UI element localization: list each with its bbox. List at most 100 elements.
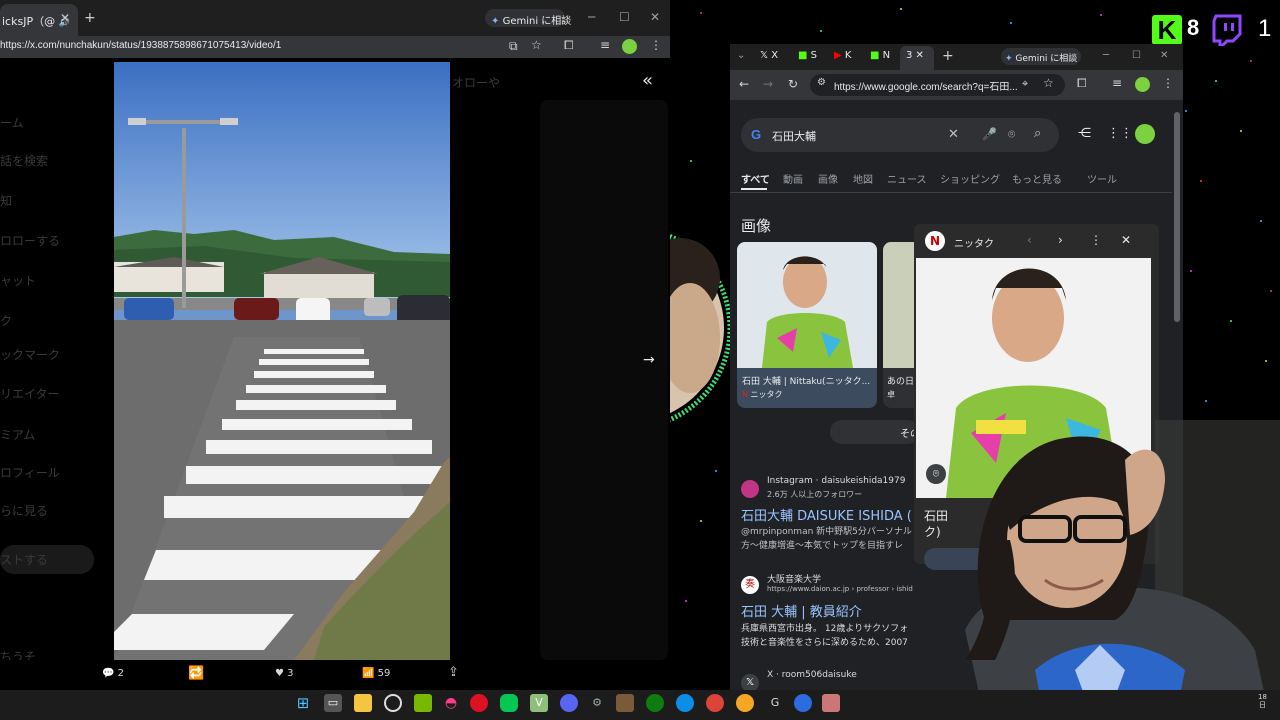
right-tab-n[interactable]: ■ N [870, 50, 890, 61]
nvidia-icon[interactable] [414, 694, 432, 712]
tab-search-icon[interactable]: ⌄ [737, 50, 745, 61]
edge-icon[interactable] [676, 694, 694, 712]
result-x[interactable]: 𝕏 X · room506daisuke [741, 670, 921, 692]
more-images-button[interactable]: その [830, 420, 920, 444]
search-query-text[interactable]: 石田大輔 [772, 128, 816, 144]
record-icon[interactable] [470, 694, 488, 712]
app-icon-3[interactable] [736, 694, 754, 712]
reply-button[interactable]: 💬 2 [102, 668, 124, 679]
dimmed-nav-item: ク [0, 314, 13, 328]
line-icon[interactable] [500, 694, 518, 712]
result-title[interactable]: 石田 大輔 | 教員紹介 [741, 601, 862, 620]
tab-news[interactable]: ニュース [887, 171, 927, 186]
tab-images[interactable]: 画像 [818, 171, 838, 186]
result-instagram[interactable]: Instagram · daisukeishida1979 2.6万 人以上のフ… [741, 476, 921, 556]
bookmark-star-icon[interactable]: ☆ [531, 38, 542, 52]
app-icon-6[interactable] [822, 694, 840, 712]
bookmark-star-icon[interactable]: ☆ [1043, 76, 1054, 90]
right-maximize-button[interactable]: ☐ [1132, 50, 1141, 61]
tab-tools[interactable]: ツール [1087, 171, 1117, 186]
right-tab-s[interactable]: ■ S [798, 50, 817, 61]
lens-icon[interactable]: ⌾ [1008, 127, 1015, 142]
active-tab-underline [741, 188, 767, 190]
repost-button[interactable]: 🔁 [188, 666, 204, 681]
panel-source-name: ニッタク [954, 239, 994, 250]
browser-menu-icon[interactable]: ⋮ [650, 38, 662, 52]
tab-label: N [882, 50, 891, 61]
kick-viewer-count: 8 [1187, 15, 1200, 40]
forward-icon[interactable]: → [763, 77, 773, 91]
right-tab-k[interactable]: ▶ K [834, 50, 851, 61]
views-button[interactable]: 📶 59 [362, 668, 390, 679]
app-icon-2[interactable] [616, 694, 634, 712]
browser-menu-icon[interactable]: ⋮ [1162, 76, 1174, 90]
reading-list-icon[interactable]: ≡ [600, 38, 610, 52]
apps-grid-icon[interactable]: ⋮⋮ [1107, 126, 1133, 141]
xbox-icon[interactable] [646, 694, 664, 712]
scrollbar-thumb[interactable] [1174, 112, 1180, 322]
task-view-icon[interactable]: ▭ [324, 694, 342, 712]
right-tab-active[interactable]: 3 ✕ [900, 46, 934, 70]
extensions-icon[interactable]: ⧠ [564, 38, 574, 53]
tab-title: icksJP（@ [2, 15, 56, 28]
right-close-button[interactable]: ✕ [1160, 50, 1168, 61]
panel-menu-icon[interactable]: ⋮ [1090, 233, 1102, 247]
new-tab-button[interactable]: + [84, 10, 96, 26]
dimmed-nav-item: ミアム [0, 428, 36, 442]
panel-close-icon[interactable]: ✕ [1121, 233, 1131, 247]
clear-search-icon[interactable]: ✕ [948, 127, 959, 142]
extensions-icon[interactable]: ⧠ [1077, 76, 1087, 91]
location-icon[interactable]: ⌖ [1022, 77, 1028, 91]
collapse-panel-icon[interactable]: « [642, 70, 653, 91]
back-icon[interactable]: ← [739, 77, 749, 91]
reading-list-icon[interactable]: ≡ [1112, 76, 1122, 90]
site-info-icon[interactable]: ⚙ [817, 77, 826, 88]
result-sub: https://www.daion.ac.jp › professor › is… [767, 585, 913, 593]
share-icon[interactable]: ⋲ [1078, 126, 1091, 141]
search-icon[interactable]: ⌕ [1034, 126, 1041, 141]
tab-maps[interactable]: 地図 [853, 171, 873, 186]
panel-prev-icon[interactable]: ‹ [1027, 233, 1032, 247]
minimize-button[interactable]: ─ [588, 10, 595, 24]
file-explorer-icon[interactable] [354, 694, 372, 712]
lips-icon[interactable]: ◓ [442, 694, 460, 712]
start-menu-icon[interactable]: ⊞ [294, 694, 312, 712]
install-app-icon[interactable]: ⧉ [509, 39, 518, 54]
gemini-button[interactable]: ✦ Gemini に相談 [485, 9, 571, 27]
right-address-bar[interactable]: https://www.google.com/search?q=石田... [834, 78, 1018, 93]
reload-icon[interactable]: ↻ [788, 77, 798, 91]
image-card[interactable]: 石田 大輔 | Nittaku(ニッタク... N ニッタク [737, 242, 877, 408]
left-address-bar[interactable]: https://x.com/nunchakun/status/193887589… [0, 40, 281, 51]
obs-icon[interactable] [384, 694, 402, 712]
profile-avatar[interactable] [1135, 77, 1150, 92]
tab-close-icon[interactable]: ✕ [60, 11, 70, 25]
google-account-avatar[interactable] [1135, 124, 1155, 144]
right-gemini-button[interactable]: ✦ Gemini に相談 [1001, 48, 1081, 65]
right-minimize-button[interactable]: ─ [1103, 50, 1109, 61]
discord-icon[interactable] [560, 694, 578, 712]
tab-all[interactable]: すべて [741, 171, 770, 186]
app-icon-4[interactable]: G [766, 694, 784, 712]
voice-search-icon[interactable]: 🎤 [982, 127, 997, 141]
share-button[interactable]: ⇪ [448, 665, 459, 680]
tab-more[interactable]: もっと見る [1012, 171, 1062, 186]
profile-avatar[interactable] [622, 39, 637, 54]
close-window-button[interactable]: ✕ [650, 10, 660, 24]
result-title[interactable]: 石田大輔 DAISUKE ISHIDA ( [741, 505, 912, 524]
next-media-icon[interactable]: → [643, 352, 655, 368]
right-new-tab-button[interactable]: + [942, 48, 954, 64]
app-icon[interactable]: ⚙ [588, 694, 606, 712]
like-button[interactable]: ♥ 3 [275, 668, 294, 679]
result-daion[interactable]: 奏 大阪音楽大学 https://www.daion.ac.jp › profe… [741, 572, 921, 652]
right-tab-x[interactable]: 𝕏 X [760, 50, 778, 61]
clock[interactable]: 18 日 [1258, 693, 1267, 709]
kick-logo-icon: K [1152, 15, 1182, 45]
tab-videos[interactable]: 動画 [783, 171, 803, 186]
chrome-icon[interactable] [706, 694, 724, 712]
tab-shopping[interactable]: ショッピング [940, 171, 1000, 186]
panel-next-icon[interactable]: › [1058, 233, 1063, 247]
maximize-button[interactable]: ☐ [619, 10, 630, 24]
app-v-icon[interactable]: V [530, 694, 548, 712]
app-icon-5[interactable] [794, 694, 812, 712]
video-player[interactable] [114, 62, 450, 660]
